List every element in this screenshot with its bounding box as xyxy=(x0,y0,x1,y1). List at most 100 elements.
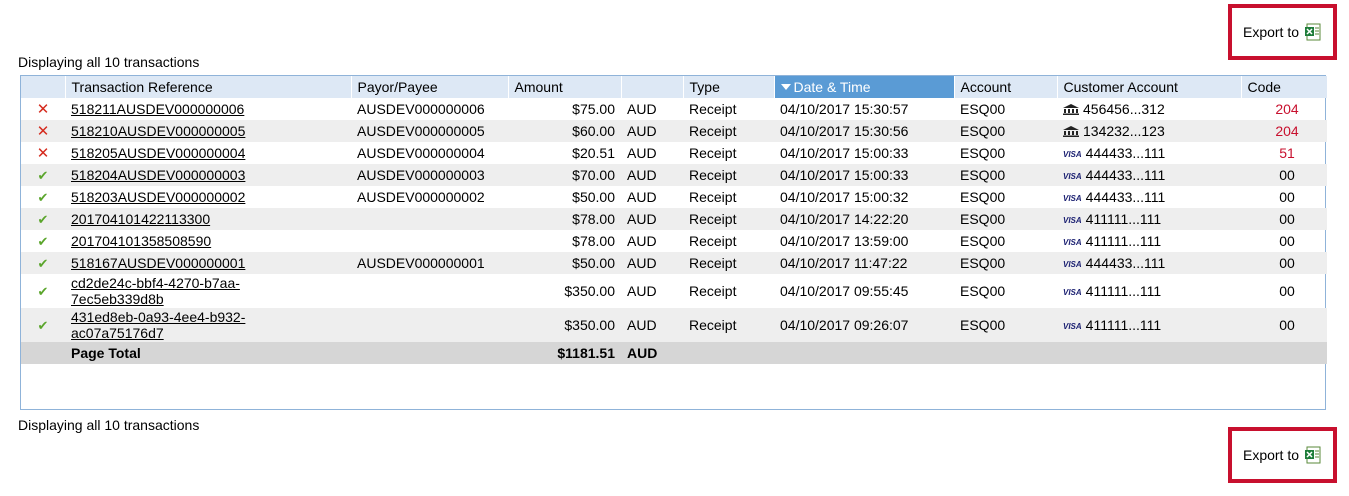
export-label: Export to xyxy=(1242,24,1300,40)
transaction-reference-link[interactable]: 518167AUSDEV000000001 xyxy=(71,255,245,271)
column-header-code[interactable]: Code xyxy=(1241,76,1328,98)
account-cell: ESQ00 xyxy=(960,283,1006,299)
response-code-cell: 00 xyxy=(1279,283,1295,299)
response-code-cell: 00 xyxy=(1241,252,1327,274)
status-cell: ✔ xyxy=(21,230,65,252)
payor-cell: AUSDEV000000003 xyxy=(351,164,508,186)
transaction-reference-link[interactable]: cd2de24c-bbf4-4270-b7aa- 7ec5eb339d8b xyxy=(71,275,240,307)
account-cell: ESQ00 xyxy=(954,164,1057,186)
status-cell: ✕ xyxy=(21,98,65,120)
column-header-customer-account[interactable]: Customer Account xyxy=(1057,76,1242,98)
visa-icon: VISA xyxy=(1063,194,1082,203)
customer-account-cell: VISA 411111...111 xyxy=(1057,208,1241,230)
customer-account-cell: VISA 411111...111 xyxy=(1057,230,1241,252)
customer-account-number: 456456...312 xyxy=(1083,101,1165,117)
customer-account-cell: VISA 444433...111 xyxy=(1057,252,1241,274)
column-header-datetime[interactable]: Date & Time xyxy=(774,76,955,98)
table-row[interactable]: ✔ 201704101422113300 $78.00 AUD Receipt 04/10… xyxy=(21,208,1327,230)
visa-icon: VISA xyxy=(1063,150,1082,159)
export-to-excel-button-bottom[interactable]: Export to xyxy=(1228,427,1337,483)
status-cell: ✕ xyxy=(21,142,65,164)
customer-account-number: 444433...111 xyxy=(1085,145,1166,161)
amount-cell: $50.00 xyxy=(508,252,621,274)
page-total-label: Page Total xyxy=(65,342,351,364)
reference-cell: 518204AUSDEV000000003 xyxy=(65,164,351,186)
reference-cell: cd2de24c-bbf4-4270-b7aa- 7ec5eb339d8b xyxy=(65,274,351,308)
visa-icon: VISA xyxy=(1063,238,1082,247)
type-cell: Receipt xyxy=(683,164,774,186)
table-row[interactable]: ✔ 518167AUSDEV000000001 AUSDEV000000001 $50… xyxy=(21,252,1327,274)
amount-cell: $20.51 xyxy=(572,145,615,161)
column-header-type[interactable]: Type xyxy=(683,76,775,98)
currency-cell: AUD xyxy=(627,283,657,299)
column-header-amount[interactable]: Amount xyxy=(508,76,622,98)
customer-account-number: 411111...111 xyxy=(1085,317,1162,333)
customer-account-cell: VISA 444433...111 xyxy=(1057,164,1241,186)
table-row[interactable]: ✔ 518204AUSDEV000000003 AUSDEV000000003 $70… xyxy=(21,164,1327,186)
total-spacer xyxy=(351,342,508,364)
payor-cell xyxy=(351,208,508,230)
column-header-account[interactable]: Account xyxy=(954,76,1058,98)
amount-cell: $78.00 xyxy=(572,233,615,249)
table-row[interactable]: ✔ 431ed8eb-0a93-4ee4-b932- ac07a75176d7 $35… xyxy=(21,308,1327,342)
transactions-table: Transaction Reference Payor/Payee Amount… xyxy=(21,76,1328,364)
customer-account-cell: VISA 411111...111 xyxy=(1057,308,1241,342)
customer-account-number: 411111...111 xyxy=(1085,211,1162,227)
customer-account-cell: VISA 444433...111 xyxy=(1057,142,1241,164)
table-row[interactable]: ✔ cd2de24c-bbf4-4270-b7aa- 7ec5eb339d8b $35… xyxy=(21,274,1327,308)
reference-line: cd2de24c-bbf4-4270-b7aa- xyxy=(71,275,240,291)
transaction-reference-link[interactable]: 518211AUSDEV000000006 xyxy=(71,101,244,117)
failed-x-icon: ✕ xyxy=(36,101,50,118)
table-row[interactable]: ✕ 518210AUSDEV000000005 AUSDEV000000005 $60… xyxy=(21,120,1327,142)
display-count-top: Displaying all 10 transactions xyxy=(18,54,200,70)
status-cell: ✔ xyxy=(21,308,65,342)
type-cell: Receipt xyxy=(689,101,737,117)
table-row[interactable]: ✔ 201704101358508590 $78.00 AUD Receipt 04/10… xyxy=(21,230,1327,252)
payor-cell: AUSDEV000000002 xyxy=(357,189,485,205)
account-cell: ESQ00 xyxy=(960,101,1006,117)
response-code-cell: 00 xyxy=(1279,189,1295,205)
column-header-reference[interactable]: Transaction Reference xyxy=(65,76,352,98)
datetime-cell: 04/10/2017 13:59:00 xyxy=(780,233,909,249)
type-cell: Receipt xyxy=(689,189,737,205)
reference-cell: 518203AUSDEV000000002 xyxy=(65,186,351,208)
status-cell: ✔ xyxy=(21,274,65,308)
amount-cell: $50.00 xyxy=(572,189,615,205)
visa-icon: VISA xyxy=(1063,322,1082,331)
datetime-cell: 04/10/2017 09:55:45 xyxy=(780,283,909,299)
payor-cell xyxy=(351,308,508,342)
customer-account-number: 134232...123 xyxy=(1083,123,1165,139)
currency-cell: AUD xyxy=(621,120,683,142)
transaction-reference-link[interactable]: 518204AUSDEV000000003 xyxy=(71,167,245,183)
transactions-body: ✕ 518211AUSDEV000000006 AUSDEV000000006 $75… xyxy=(21,98,1327,364)
transaction-reference-link[interactable]: 431ed8eb-0a93-4ee4-b932- ac07a75176d7 xyxy=(71,309,245,341)
table-row[interactable]: ✔ 518203AUSDEV000000002 AUSDEV000000002 $50… xyxy=(21,186,1327,208)
response-code-cell: 00 xyxy=(1241,308,1327,342)
transaction-reference-link[interactable]: 518210AUSDEV000000005 xyxy=(71,123,245,139)
page-total-amount: $1181.51 xyxy=(508,342,621,364)
transaction-reference-link[interactable]: 201704101422113300 xyxy=(71,211,210,227)
failed-x-icon: ✕ xyxy=(36,145,50,162)
table-row[interactable]: ✕ 518205AUSDEV000000004 AUSDEV000000004 $20… xyxy=(21,142,1327,164)
transaction-reference-link[interactable]: 518203AUSDEV000000002 xyxy=(71,189,245,205)
transaction-reference-link[interactable]: 201704101358508590 xyxy=(71,233,211,249)
excel-icon xyxy=(1304,446,1322,464)
datetime-cell: 04/10/2017 15:00:33 xyxy=(780,145,909,161)
status-cell: ✔ xyxy=(21,164,65,186)
currency-cell: AUD xyxy=(621,164,683,186)
currency-cell: AUD xyxy=(621,252,683,274)
success-check-icon: ✔ xyxy=(37,167,49,183)
transaction-reference-link[interactable]: 518205AUSDEV000000004 xyxy=(71,145,245,161)
datetime-cell: 04/10/2017 14:22:20 xyxy=(774,208,954,230)
payor-cell: AUSDEV000000006 xyxy=(357,101,485,117)
response-code-cell: 204 xyxy=(1241,120,1327,142)
reference-cell: 518167AUSDEV000000001 xyxy=(65,252,351,274)
column-header-payor[interactable]: Payor/Payee xyxy=(351,76,509,98)
table-row[interactable]: ✕ 518211AUSDEV000000006 AUSDEV000000006 $75… xyxy=(21,98,1327,120)
response-code-cell: 51 xyxy=(1279,145,1295,161)
export-to-excel-button-top[interactable]: Export to xyxy=(1228,4,1337,60)
reference-line: ac07a75176d7 xyxy=(71,325,164,341)
customer-account-number: 444433...111 xyxy=(1085,255,1166,271)
success-check-icon: ✔ xyxy=(37,317,49,333)
currency-cell: AUD xyxy=(621,308,683,342)
